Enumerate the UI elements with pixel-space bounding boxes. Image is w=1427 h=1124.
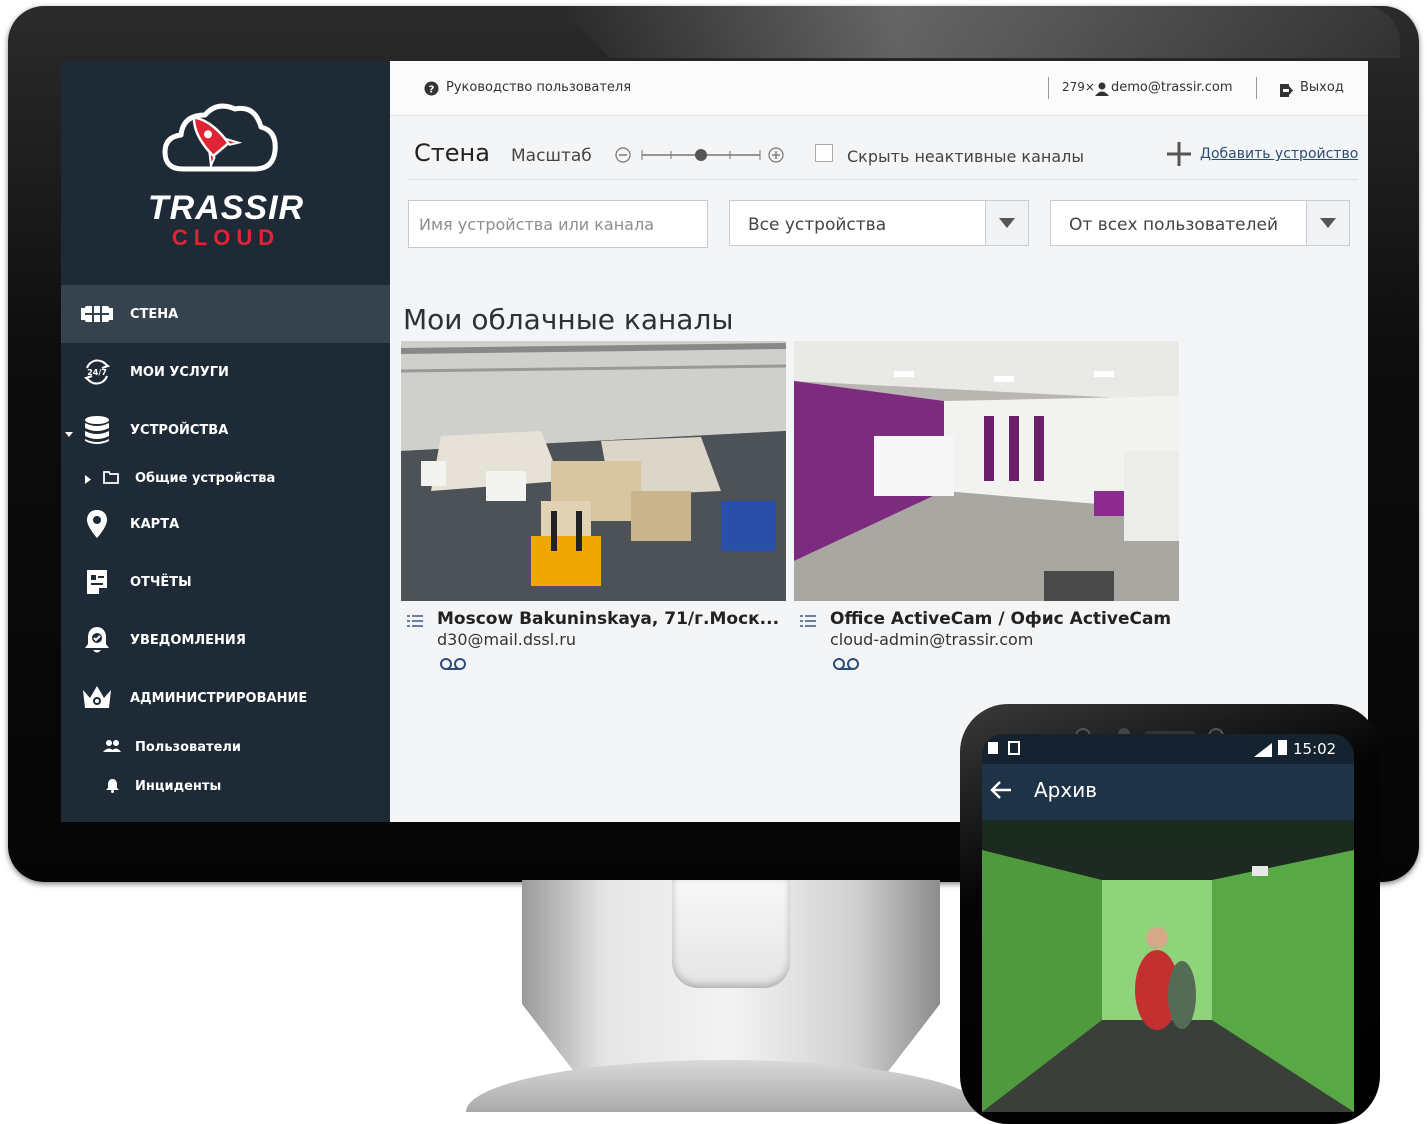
folder-icon — [103, 471, 119, 488]
help-icon[interactable]: ? — [424, 81, 439, 100]
sidebar-item-label: КАРТА — [130, 516, 180, 532]
sidebar-item-label: УВЕДОМЛЕНИЯ — [130, 632, 246, 648]
cloud-rocket-logo-icon — [162, 103, 278, 172]
top-bar: ? Руководство пользователя 279× demo@tra… — [390, 61, 1368, 116]
devices-select-value: Все устройства — [748, 215, 887, 235]
sidebar: TRASSIR CLOUD СТЕНА 24/7 МОИ УСЛУГИ УСТР… — [61, 61, 390, 822]
sidebar-item-label: АДМИНИСТРИРОВАНИЕ — [130, 690, 308, 706]
sidebar-item-shared-devices[interactable]: Общие устройства — [61, 461, 390, 495]
users-select-value: От всех пользователей — [1069, 215, 1278, 235]
channel-title[interactable]: Moscow Bakuninskaya, 71/г.Моск... — [437, 609, 782, 629]
sidebar-item-map[interactable]: КАРТА — [61, 495, 390, 553]
signal-icon — [1254, 742, 1272, 761]
sidebar-item-label: Инциденты — [135, 778, 222, 794]
sidebar-item-services[interactable]: 24/7 МОИ УСЛУГИ — [61, 343, 390, 401]
list-icon[interactable] — [800, 612, 816, 631]
database-icon — [81, 414, 113, 446]
search-input[interactable]: Имя устройства или канала — [419, 215, 654, 234]
monitor-stand-base — [466, 1060, 986, 1112]
svg-text:?: ? — [429, 85, 435, 96]
channel-title[interactable]: Office ActiveCam / Офис ActiveCam — [830, 609, 1175, 629]
hide-inactive-checkbox[interactable] — [815, 144, 833, 162]
notification-icon — [988, 742, 998, 754]
phone-screen-title: Архив — [1034, 778, 1097, 802]
list-icon[interactable] — [407, 612, 423, 631]
sidebar-item-incidents[interactable]: Инциденты — [61, 769, 390, 803]
battery-icon — [1278, 740, 1287, 755]
sidebar-item-users[interactable]: Пользователи — [61, 730, 390, 764]
logo-wordmark: TRASSIR — [147, 189, 305, 227]
page-title: Стена — [414, 139, 490, 167]
phone-status-bar: 15:02 — [982, 734, 1354, 764]
channel-owner: cloud-admin@trassir.com — [830, 630, 1034, 649]
search-input-box[interactable]: Имя устройства или канала — [408, 200, 708, 248]
caret-down-icon[interactable] — [65, 427, 73, 442]
zoom-out-icon[interactable] — [615, 147, 631, 167]
sidebar-item-label: УСТРОЙСТВА — [130, 422, 229, 438]
plus-icon[interactable] — [1166, 141, 1192, 171]
logout-button[interactable]: Выход — [1300, 80, 1344, 95]
sidebar-item-label: ОТЧЁТЫ — [130, 574, 192, 590]
add-device-link[interactable]: Добавить устройство — [1200, 146, 1358, 162]
user-email[interactable]: demo@trassir.com — [1111, 80, 1232, 95]
bell-icon — [106, 778, 119, 797]
chevron-down-icon[interactable] — [1306, 201, 1349, 245]
notification-bell-icon — [81, 624, 113, 656]
user-guide-link[interactable]: Руководство пользователя — [446, 80, 631, 95]
devices-select[interactable]: Все устройства — [729, 200, 1029, 246]
hide-inactive-label[interactable]: Скрыть неактивные каналы — [847, 147, 1084, 166]
user-icon — [1095, 81, 1109, 100]
divider — [1048, 77, 1049, 99]
logo-subtitle: CLOUD — [171, 225, 281, 250]
sidebar-item-devices[interactable]: УСТРОЙСТВА — [61, 401, 390, 459]
caret-right-icon[interactable] — [85, 473, 91, 488]
chevron-down-icon[interactable] — [985, 201, 1028, 245]
back-arrow-icon[interactable] — [990, 780, 1012, 804]
video-wall-icon — [81, 298, 113, 330]
wall-toolbar: Стена Масштаб Скрыть неактивные каналы Д… — [390, 117, 1368, 181]
users-icon — [103, 739, 121, 757]
sd-card-icon — [1008, 741, 1020, 755]
svg-text:24/7: 24/7 — [87, 368, 107, 377]
phone-time: 15:02 — [1293, 740, 1337, 758]
toolbar-divider — [408, 179, 1358, 180]
channel-thumbnail-office[interactable] — [794, 341, 1179, 601]
phone-screen: 15:02 Архив — [982, 734, 1354, 1112]
sidebar-item-label: Общие устройства — [135, 470, 276, 486]
sidebar-item-wall[interactable]: СТЕНА — [61, 285, 390, 343]
monitor-gloss — [560, 6, 1400, 58]
phone-app-bar: Архив — [982, 764, 1354, 820]
sidebar-item-reports[interactable]: ОТЧЁТЫ — [61, 553, 390, 611]
phone-archive-video[interactable] — [982, 820, 1354, 1112]
section-title: Мои облачные каналы — [403, 303, 734, 336]
crown-icon — [81, 682, 113, 714]
map-pin-icon — [81, 508, 113, 540]
scale-slider[interactable] — [640, 147, 762, 167]
archive-recording-icon[interactable] — [439, 656, 467, 675]
channel-owner: d30@mail.dssl.ru — [437, 630, 576, 649]
report-icon — [81, 566, 113, 598]
archive-recording-icon[interactable] — [832, 656, 860, 675]
sidebar-item-label: СТЕНА — [130, 306, 179, 322]
sidebar-item-label: МОИ УСЛУГИ — [130, 364, 229, 380]
monitor-stand-hole — [672, 880, 790, 988]
users-select[interactable]: От всех пользователей — [1050, 200, 1350, 246]
zoom-in-icon[interactable] — [768, 147, 784, 167]
sidebar-item-notifications[interactable]: УВЕДОМЛЕНИЯ — [61, 611, 390, 669]
license-count: 279× — [1062, 80, 1095, 94]
sidebar-item-label: Пользователи — [135, 739, 242, 755]
services-24-7-icon: 24/7 — [81, 356, 113, 388]
channel-thumbnail-warehouse[interactable] — [401, 341, 786, 601]
divider — [1256, 77, 1257, 99]
sidebar-item-administration[interactable]: АДМИНИСТРИРОВАНИЕ — [61, 669, 390, 727]
scale-label: Масштаб — [511, 146, 592, 166]
logout-icon[interactable] — [1280, 82, 1293, 101]
